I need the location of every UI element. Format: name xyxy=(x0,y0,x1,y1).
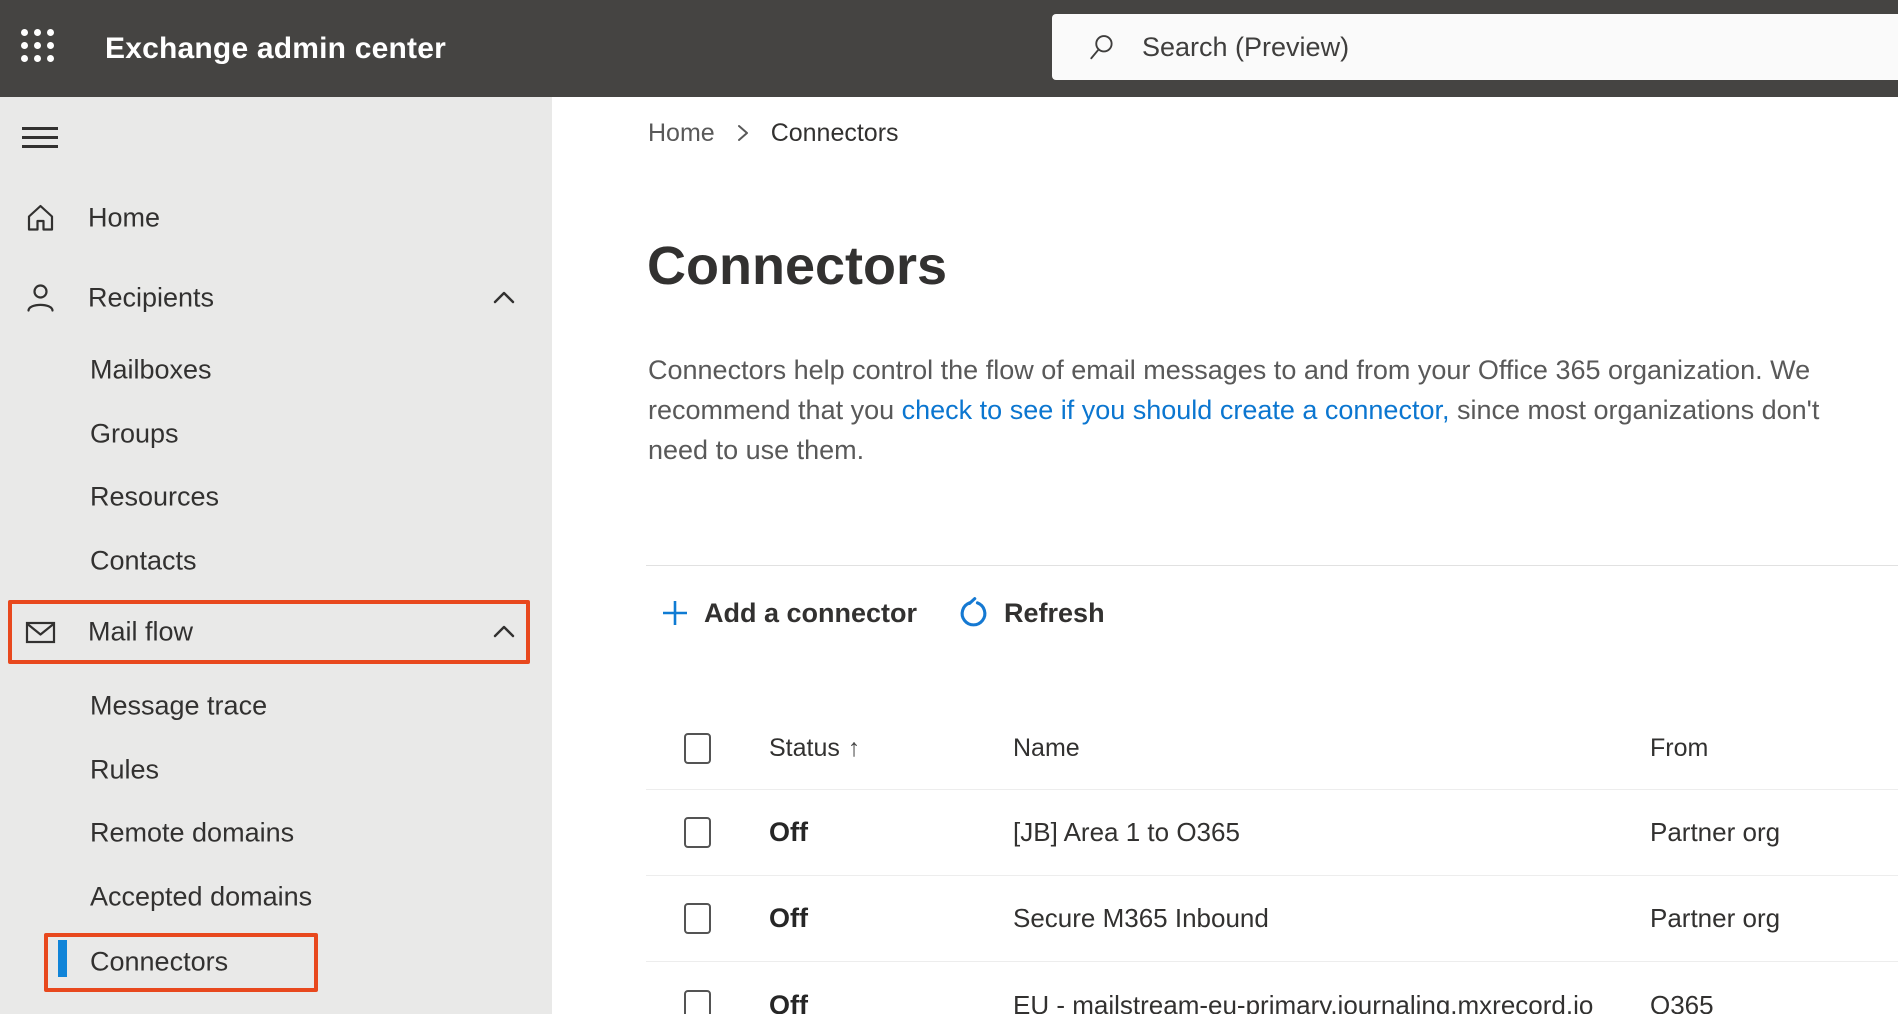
row-checkbox[interactable] xyxy=(684,989,711,1014)
app-launcher-icon[interactable] xyxy=(21,29,61,69)
cell-from: O365 xyxy=(1650,989,1714,1014)
add-connector-button[interactable]: Add a connector xyxy=(660,598,917,629)
home-icon xyxy=(27,204,54,231)
cell-from: Partner org xyxy=(1650,903,1781,933)
chevron-up-icon[interactable] xyxy=(490,618,518,646)
search-input[interactable] xyxy=(1142,31,1898,63)
breadcrumb: Home Connectors xyxy=(648,118,899,148)
app-title: Exchange admin center xyxy=(105,31,446,65)
mail-icon xyxy=(25,621,56,644)
breadcrumb-current: Connectors xyxy=(770,118,899,147)
description-text: since most organizations don't xyxy=(1449,395,1820,425)
sidebar-item-label: Groups xyxy=(90,418,179,449)
table-row[interactable]: Off [JB] Area 1 to O365 Partner org xyxy=(646,790,1898,876)
chevron-right-icon xyxy=(735,121,751,145)
cell-status: Off xyxy=(769,989,808,1014)
cell-status: Off xyxy=(769,817,808,847)
sidebar-item-remote-domains[interactable]: Remote domains xyxy=(0,801,552,865)
refresh-icon xyxy=(957,596,990,630)
search-icon xyxy=(1090,35,1113,60)
cell-name: EU - mailstream-eu-primary.journaling.mx… xyxy=(1013,989,1594,1014)
sidebar-item-label: Mailboxes xyxy=(90,354,212,385)
column-header-name[interactable]: Name xyxy=(1013,734,1650,763)
page-title: Connectors xyxy=(647,236,948,296)
table-row[interactable]: Off EU - mailstream-eu-primary.journalin… xyxy=(646,962,1898,1014)
sidebar-item-label: Mail flow xyxy=(88,616,194,647)
sidebar-item-label: Home xyxy=(88,202,161,233)
page-description: Connectors help control the flow of emai… xyxy=(648,350,1873,470)
cell-name: Secure M365 Inbound xyxy=(1013,903,1269,933)
sidebar-item-label: Rules xyxy=(90,754,160,785)
top-app-bar: Exchange admin center xyxy=(0,0,1898,97)
sidebar-item-label: Accepted domains xyxy=(90,881,313,912)
global-search[interactable] xyxy=(1052,14,1898,80)
sidebar-item-connectors[interactable]: Connectors xyxy=(0,930,552,994)
sidebar-item-message-trace[interactable]: Message trace xyxy=(0,674,552,738)
cell-from: Partner org xyxy=(1650,817,1781,847)
refresh-label: Refresh xyxy=(1004,597,1105,628)
cell-name: [JB] Area 1 to O365 xyxy=(1013,817,1240,847)
refresh-button[interactable]: Refresh xyxy=(957,596,1105,630)
column-header-status[interactable]: Status ↑ xyxy=(769,734,1013,763)
menu-toggle-icon[interactable] xyxy=(22,127,58,148)
left-navigation: Home Recipients Mailboxes Groups Resourc… xyxy=(0,97,552,1014)
table-header-row: Status ↑ Name From xyxy=(646,707,1898,790)
sidebar-item-label: Contacts xyxy=(90,545,197,576)
command-bar: Add a connector Refresh xyxy=(648,585,1105,641)
column-header-from[interactable]: From xyxy=(1650,734,1898,763)
toolbar-divider xyxy=(646,565,1898,566)
create-connector-check-link[interactable]: check to see if you should create a conn… xyxy=(902,395,1450,425)
sidebar-item-label: Resources xyxy=(90,481,220,512)
sidebar-item-home[interactable]: Home xyxy=(0,186,552,250)
select-all-checkbox[interactable] xyxy=(684,732,711,764)
sidebar-item-accepted-domains[interactable]: Accepted domains xyxy=(0,865,552,929)
breadcrumb-home-link[interactable]: Home xyxy=(648,119,715,148)
selected-item-indicator xyxy=(58,940,67,977)
description-text: need to use them. xyxy=(648,435,865,465)
sidebar-item-mailboxes[interactable]: Mailboxes xyxy=(0,338,552,402)
add-connector-label: Add a connector xyxy=(704,597,918,628)
description-text: Connectors help control the flow of emai… xyxy=(648,355,1811,385)
connectors-table: Status ↑ Name From Off [JB] Area 1 to O36… xyxy=(552,707,1898,1014)
description-text: recommend that you xyxy=(648,395,902,425)
sidebar-item-groups[interactable]: Groups xyxy=(0,402,552,466)
sidebar-item-rules[interactable]: Rules xyxy=(0,738,552,802)
table-row[interactable]: Off Secure M365 Inbound Partner org xyxy=(646,876,1898,962)
sidebar-item-resources[interactable]: Resources xyxy=(0,465,552,529)
sidebar-item-label: Remote domains xyxy=(90,817,295,848)
plus-icon xyxy=(660,598,690,628)
sidebar-item-label: Connectors xyxy=(90,946,229,977)
chevron-up-icon[interactable] xyxy=(490,284,518,312)
row-checkbox[interactable] xyxy=(684,817,711,848)
sort-ascending-icon: ↑ xyxy=(847,733,861,762)
sidebar-item-contacts[interactable]: Contacts xyxy=(0,529,552,593)
sidebar-item-mail-flow[interactable]: Mail flow xyxy=(0,600,552,664)
row-checkbox[interactable] xyxy=(684,903,711,934)
sidebar-item-label: Recipients xyxy=(88,282,215,313)
sidebar-item-recipients[interactable]: Recipients xyxy=(0,266,552,330)
person-icon xyxy=(27,284,54,312)
main-content: Home Connectors Connectors Connectors he… xyxy=(552,97,1898,1014)
sidebar-item-label: Message trace xyxy=(90,690,268,721)
cell-status: Off xyxy=(769,903,808,933)
